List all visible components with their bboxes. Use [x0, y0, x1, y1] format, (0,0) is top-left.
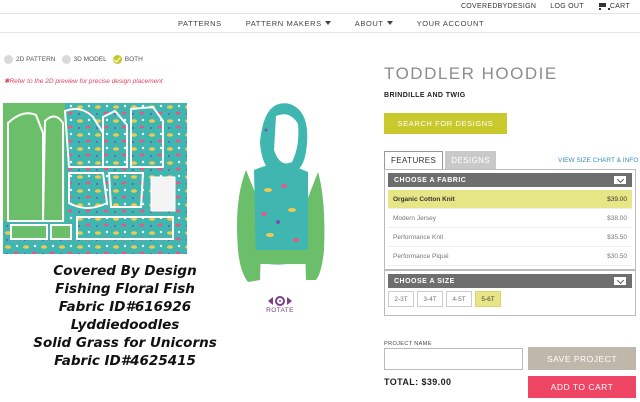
save-project-button[interactable]: SAVE PROJECT: [528, 347, 636, 370]
fabric-panel: CHOOSE A FABRIC Organic Cotton Knit $39.0…: [384, 169, 636, 270]
fabric-option[interactable]: Modern Jersey $38.00: [388, 209, 632, 228]
utility-nav: COVEREDBYDESIGN LOG OUT CART: [0, 0, 640, 13]
chevron-down-icon: [324, 21, 331, 25]
project-name-label: PROJECT NAME: [384, 341, 432, 347]
nav-pattern-makers[interactable]: PATTERN MAKERS: [246, 19, 331, 28]
radio-icon: [4, 55, 13, 64]
nav-about[interactable]: ABOUT: [355, 19, 393, 28]
nav-your-account[interactable]: YOUR ACCOUNT: [417, 19, 485, 28]
fabric-option[interactable]: Organic Cotton Knit $39.00: [388, 190, 632, 209]
rotate-icon: [275, 295, 285, 306]
cart-icon: [598, 3, 610, 10]
view-option-both[interactable]: BOTH: [112, 55, 143, 64]
fabric-option[interactable]: Performance Knit $35.50: [388, 228, 632, 247]
rotate-label: ROTATE: [266, 307, 294, 314]
pattern-2d-preview: [3, 103, 187, 254]
chevron-down-icon: [386, 21, 393, 25]
fabric-option[interactable]: Performance Piqué $30.50: [388, 247, 632, 266]
fabric-panel-header[interactable]: CHOOSE A FABRIC: [388, 173, 632, 187]
product-title: TODDLER HOODIE: [384, 64, 558, 83]
rotate-left-icon[interactable]: [268, 296, 273, 305]
size-panel-header[interactable]: CHOOSE A SIZE: [388, 274, 632, 288]
tab-designs[interactable]: DESIGNS: [445, 151, 497, 169]
size-panel: CHOOSE A SIZE 2-3T 3-4T 4-5T 5-6T: [384, 270, 636, 316]
size-option[interactable]: 5-6T: [475, 291, 501, 307]
account-link[interactable]: COVEREDBYDESIGN: [461, 3, 536, 10]
main-nav: PATTERNS PATTERN MAKERS ABOUT YOUR ACCOU…: [0, 13, 640, 33]
product-tabs: FEATURES DESIGNS: [384, 151, 497, 169]
size-option[interactable]: 4-5T: [446, 291, 472, 307]
size-chart-link[interactable]: VIEW SIZE CHART & INFO: [558, 157, 638, 164]
size-option[interactable]: 3-4T: [417, 291, 443, 307]
nav-patterns[interactable]: PATTERNS: [178, 19, 222, 28]
view-toggle: 2D PATTERN 3D MODEL BOTH: [4, 55, 143, 64]
design-credit-caption: Covered By Design Fishing Floral Fish Fa…: [33, 263, 217, 369]
tab-features[interactable]: FEATURES: [384, 151, 444, 169]
add-to-cart-button[interactable]: ADD TO CART: [528, 376, 636, 398]
hoodie-model-image: [237, 103, 325, 282]
chevron-down-icon: [614, 276, 626, 285]
chevron-down-icon: [614, 175, 626, 184]
radio-icon: [61, 55, 71, 64]
project-name-input[interactable]: [384, 348, 523, 370]
view-option-3d[interactable]: 3D MODEL: [61, 55, 107, 64]
search-designs-button[interactable]: SEARCH FOR DESIGNS: [384, 113, 507, 134]
placement-note: ✱Refer to the 2D preview for precise des…: [4, 78, 163, 85]
order-total: TOTAL: $39.00: [384, 377, 452, 387]
size-options: 2-3T 3-4T 4-5T 5-6T: [388, 291, 632, 307]
hoodie-3d-model[interactable]: [220, 90, 340, 295]
cart-link[interactable]: CART: [598, 3, 630, 10]
cart-label: CART: [609, 3, 630, 10]
view-option-2d[interactable]: 2D PATTERN: [4, 55, 56, 64]
logout-link[interactable]: LOG OUT: [550, 3, 584, 10]
rotate-control[interactable]: ROTATE: [263, 294, 297, 314]
designer-name[interactable]: BRINDILLE AND TWIG: [384, 92, 466, 99]
size-option[interactable]: 2-3T: [388, 291, 414, 307]
checkmark-icon: [112, 55, 122, 64]
pattern-pieces-image: [3, 103, 187, 254]
rotate-right-icon[interactable]: [287, 296, 292, 305]
